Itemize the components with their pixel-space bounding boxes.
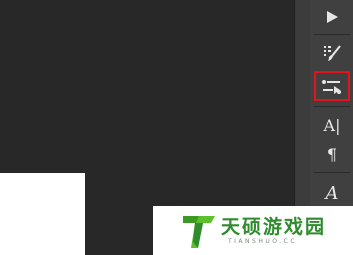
- paragraph-icon: ¶: [326, 144, 338, 164]
- watermark-name: 天硕游戏园: [221, 216, 327, 238]
- character-icon: A|: [323, 115, 341, 135]
- clone-source-button[interactable]: [314, 71, 350, 101]
- document-white-area[interactable]: [0, 173, 85, 255]
- watermark: 天硕游戏园 TIANSHUO.CC: [153, 206, 353, 255]
- tool-separator: [314, 34, 350, 35]
- tool-separator: [314, 106, 350, 107]
- play-button[interactable]: [314, 2, 350, 32]
- glyphs-button[interactable]: A: [314, 178, 350, 208]
- character-button[interactable]: A|: [314, 110, 350, 140]
- glyphs-icon: A: [325, 182, 339, 204]
- clone-source-icon: [322, 80, 341, 94]
- brush-settings-button[interactable]: [314, 38, 350, 68]
- tool-separator: [314, 172, 350, 173]
- play-icon: [327, 11, 338, 23]
- watermark-url: TIANSHUO.CC: [228, 238, 298, 245]
- brush-settings-icon: [324, 45, 341, 61]
- paragraph-button[interactable]: ¶: [314, 139, 350, 169]
- tianshuo-logo-icon: [183, 216, 215, 248]
